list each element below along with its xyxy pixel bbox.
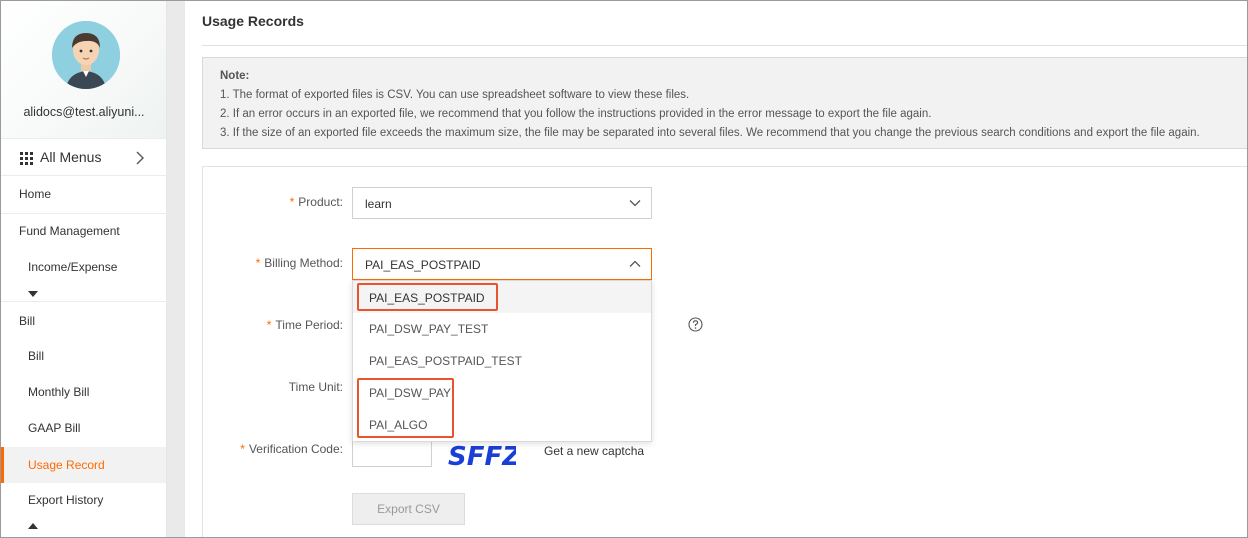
nav-divider xyxy=(1,213,166,214)
title-divider xyxy=(202,45,1247,46)
captcha-text: SFFZ xyxy=(448,442,516,467)
nav-export-history[interactable]: Export History xyxy=(1,493,166,507)
profile-panel: alidocs@test.aliyuni... xyxy=(1,1,166,139)
nav-monthly-bill[interactable]: Monthly Bill xyxy=(1,385,166,399)
avatar[interactable] xyxy=(52,21,120,89)
export-csv-button[interactable]: Export CSV xyxy=(352,493,465,525)
all-menus-button[interactable]: All Menus xyxy=(1,139,166,176)
option-pai-dsw-pay-test[interactable]: PAI_DSW_PAY_TEST xyxy=(353,312,651,344)
nav-gaap-bill[interactable]: GAAP Bill xyxy=(1,421,166,435)
required-mark: * xyxy=(240,442,245,456)
billing-method-select[interactable]: PAI_EAS_POSTPAID xyxy=(352,248,652,280)
time-unit-label: Time Unit: xyxy=(289,380,343,394)
note-line-2: 2. If an error occurs in an exported fil… xyxy=(220,108,932,120)
nav-income-expense[interactable]: Income/Expense xyxy=(1,260,166,274)
chevron-up-icon xyxy=(629,260,641,267)
chevron-down-icon[interactable] xyxy=(28,291,38,297)
billing-method-label-text: Billing Method: xyxy=(264,256,343,270)
layout-gutter xyxy=(167,1,185,537)
page-title: Usage Records xyxy=(202,13,304,29)
time-period-label-text: Time Period: xyxy=(275,318,343,332)
note-line-3: 3. If the size of an exported file excee… xyxy=(220,127,1200,139)
get-new-captcha-link[interactable]: Get a new captcha xyxy=(544,444,644,458)
chevron-right-icon xyxy=(136,151,144,165)
required-mark: * xyxy=(266,318,272,332)
nav-divider xyxy=(1,301,166,302)
help-icon[interactable] xyxy=(688,317,703,332)
user-email: alidocs@test.aliyuni... xyxy=(23,105,145,119)
product-label: * Product: xyxy=(290,195,343,209)
nav-fund-management[interactable]: Fund Management xyxy=(1,224,166,238)
required-mark: * xyxy=(289,195,295,209)
app-frame: alidocs@test.aliyuni... All Menus Home F… xyxy=(0,0,1248,538)
time-period-label: * Time Period: xyxy=(267,318,343,332)
nav-home[interactable]: Home xyxy=(1,187,166,201)
billing-method-label: * Billing Method: xyxy=(256,256,343,270)
product-value: learn xyxy=(365,197,392,211)
billing-method-dropdown: PAI_EAS_POSTPAID PAI_DSW_PAY_TEST PAI_EA… xyxy=(352,280,652,442)
chevron-down-icon xyxy=(629,200,641,207)
chevron-up-icon[interactable] xyxy=(28,523,38,529)
highlight-box xyxy=(357,378,454,438)
grid-icon xyxy=(20,152,33,165)
note-line-1: 1. The format of exported files is CSV. … xyxy=(220,89,690,101)
note-panel: Note: 1. The format of exported files is… xyxy=(202,57,1247,149)
avatar-icon xyxy=(52,21,120,89)
all-menus-label: All Menus xyxy=(40,149,102,165)
verification-code-label: * Verification Code: xyxy=(240,442,343,456)
product-label-text: Product: xyxy=(298,195,343,209)
time-unit-label-text: Time Unit: xyxy=(288,380,343,394)
nav-bill[interactable]: Bill xyxy=(1,349,166,363)
verification-code-label-text: Verification Code: xyxy=(248,442,343,456)
option-pai-eas-postpaid-test[interactable]: PAI_EAS_POSTPAID_TEST xyxy=(353,344,651,376)
highlight-box xyxy=(357,283,498,311)
nav-bill-group[interactable]: Bill xyxy=(1,314,166,328)
main-content: Usage Records Note: 1. The format of exp… xyxy=(185,1,1247,537)
note-title: Note: xyxy=(220,70,250,82)
required-mark: * xyxy=(255,256,261,270)
billing-method-value: PAI_EAS_POSTPAID xyxy=(365,258,481,272)
nav-usage-record[interactable]: Usage Record xyxy=(1,447,166,483)
sidebar: alidocs@test.aliyuni... All Menus Home F… xyxy=(1,1,167,537)
export-form: * Product: learn * Billing Method: PAI_EAS… xyxy=(202,166,1247,537)
product-select[interactable]: learn xyxy=(352,187,652,219)
